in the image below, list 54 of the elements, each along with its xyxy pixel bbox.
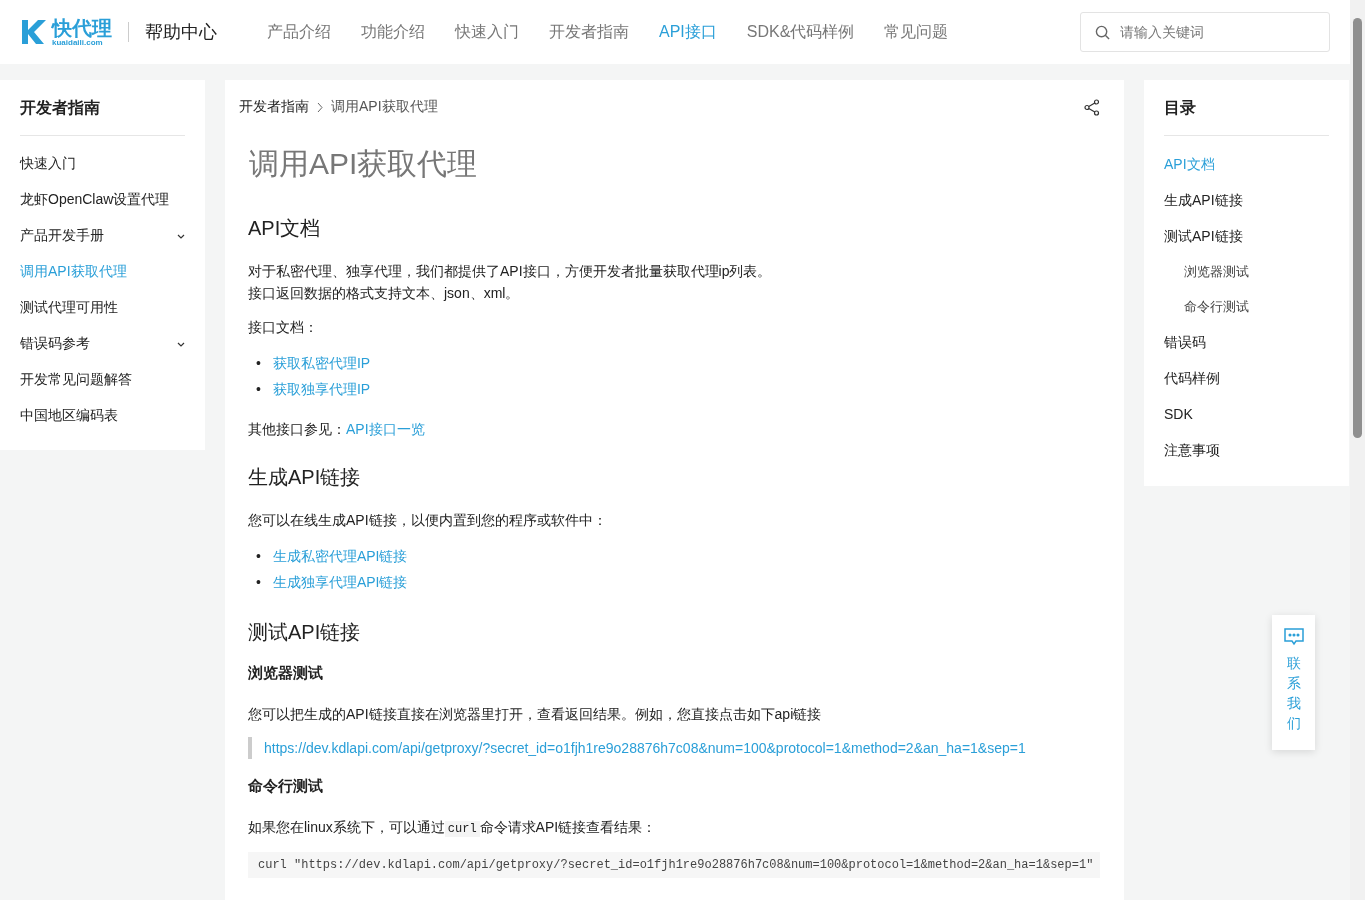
chevron-right-icon xyxy=(317,101,323,113)
sidebar-item[interactable]: 产品开发手册 xyxy=(20,218,185,254)
search-field[interactable]: 请输入关键词 xyxy=(1080,12,1330,52)
sidebar-title: 开发者指南 xyxy=(20,98,185,136)
subsection-heading: 命令行测试 xyxy=(248,777,324,796)
code-block: curl "https://dev.kdlapi.com/api/getproxy/?secret_id=o1fjh1re9o28876h7c08&num=100&protocol=1&method=2&an_ha=1&sep=1" xyxy=(248,852,1100,878)
sidebar-item[interactable]: 开发常见问题解答 xyxy=(20,362,185,398)
toc-item[interactable]: 生成API链接 xyxy=(1164,182,1329,218)
chevron-down-icon xyxy=(177,233,185,239)
page-title: 调用API获取代理 xyxy=(249,146,479,182)
paragraph: 对于私密代理、独享代理，我们都提供了API接口，方便开发者批量获取代理ip列表。 接口返回数据的格式支持文本、json、xml。 xyxy=(248,262,773,303)
toc-subitem[interactable]: 浏览器测试 xyxy=(1164,254,1329,289)
sidebar-item[interactable]: 中国地区编码表 xyxy=(20,398,185,434)
breadcrumb-link[interactable]: 调用API获取代理 xyxy=(331,98,438,116)
scrollbar[interactable] xyxy=(1350,0,1365,900)
nav-link[interactable]: 开发者指南 xyxy=(549,21,629,43)
bullet: • xyxy=(256,354,261,373)
paragraph: 接口文档： xyxy=(248,318,319,337)
section-heading: 测试API链接 xyxy=(248,620,362,645)
sidebar-item[interactable]: 龙虾OpenClaw设置代理 xyxy=(20,182,185,218)
paragraph: 如果您在linux系统下，可以通过 curl 命令请求API链接查看结果： xyxy=(248,818,658,839)
paragraph: 其他接口参见： xyxy=(248,421,346,437)
share-icon[interactable] xyxy=(1084,98,1100,116)
nav-link[interactable]: 产品介绍 xyxy=(267,21,331,43)
toc-subitem[interactable]: 命令行测试 xyxy=(1164,289,1329,324)
section-heading: 生成API链接 xyxy=(248,465,362,490)
logo-icon xyxy=(20,19,48,45)
breadcrumb-link[interactable]: 开发者指南 xyxy=(239,98,309,116)
sidebar-item[interactable]: 测试代理可用性 xyxy=(20,290,185,326)
nav-link[interactable]: 功能介绍 xyxy=(361,21,425,43)
bullet: • xyxy=(256,380,261,399)
sidebar-item[interactable]: 快速入门 xyxy=(20,146,185,182)
nav-link[interactable]: 快速入门 xyxy=(455,21,519,43)
paragraph: 您可以把生成的API链接直接在浏览器里打开，查看返回结果。例如，您直接点击如下api链接 xyxy=(248,705,823,724)
sidebar-item[interactable]: 错误码参考 xyxy=(20,326,185,362)
logo-domain: kuaidaili.com xyxy=(52,37,104,47)
toc-item[interactable]: SDK xyxy=(1164,396,1329,432)
toc-item[interactable]: 注意事项 xyxy=(1164,432,1329,468)
toc-item[interactable]: 代码样例 xyxy=(1164,360,1329,396)
section-heading: API文档 xyxy=(248,216,322,241)
nav-link[interactable]: SDK&代码样例 xyxy=(746,21,855,43)
subsection-heading: 浏览器测试 xyxy=(248,664,324,683)
site-title: 帮助中心 xyxy=(145,21,217,44)
nav-link[interactable]: 常见问题 xyxy=(884,21,949,43)
search-icon xyxy=(1095,24,1110,40)
chat-icon xyxy=(1282,627,1305,647)
bullet: • xyxy=(256,547,261,566)
logo-name: 快代理 xyxy=(52,17,112,38)
paragraph: 您可以在线生成API链接，以便内置到您的程序或软件中： xyxy=(248,511,608,530)
toc-title: 目录 xyxy=(1164,98,1329,136)
bullet: • xyxy=(256,573,261,592)
toc-item[interactable]: 测试API链接 xyxy=(1164,218,1329,254)
chevron-down-icon xyxy=(177,341,185,347)
toc-item[interactable]: 错误码 xyxy=(1164,324,1329,360)
